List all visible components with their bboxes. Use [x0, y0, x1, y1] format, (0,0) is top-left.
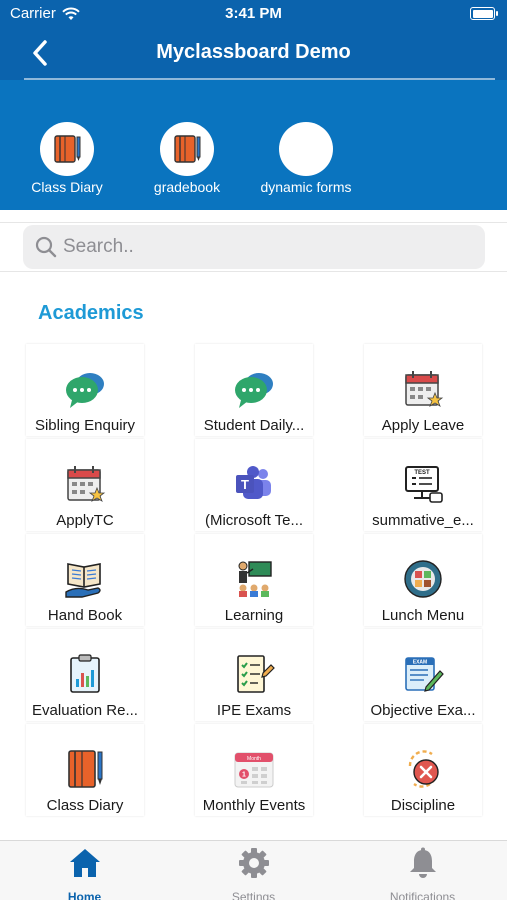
tile-class-diary[interactable]: Class Diary — [26, 724, 144, 816]
shortcut-label: Class Diary — [31, 179, 103, 195]
clock: 3:41 PM — [225, 5, 282, 22]
tile-label: Student Daily... — [203, 417, 305, 434]
shortcut-dynamic-forms[interactable]: dynamic forms — [246, 122, 366, 195]
battery-icon — [470, 7, 498, 20]
tile-sibling-enquiry[interactable]: Sibling Enquiry — [26, 344, 144, 436]
tab-notifications[interactable]: Notifications — [338, 847, 507, 900]
tile-label: Monthly Events — [202, 797, 306, 814]
tile-label: Sibling Enquiry — [34, 417, 136, 434]
tile-evaluation-report[interactable]: Evaluation Re... — [26, 629, 144, 721]
svg-text:EXAM: EXAM — [413, 660, 427, 666]
calendar-star-icon — [67, 466, 106, 502]
tile-label: Class Diary — [46, 797, 124, 814]
tile-label: (Microsoft Te... — [204, 512, 304, 529]
notebook-icon — [174, 135, 201, 163]
svg-text:TEST: TEST — [414, 470, 430, 476]
notebook-icon — [68, 750, 103, 788]
tab-bar: Home Settings Notifications — [0, 840, 507, 900]
tile-applytc[interactable]: ApplyTC — [26, 439, 144, 531]
status-bar: Carrier 3:41 PM — [0, 0, 507, 28]
tile-label: summative_e... — [372, 512, 474, 529]
shortcut-label: dynamic forms — [260, 179, 352, 195]
tile-ipe-exams[interactable]: IPE Exams — [195, 629, 313, 721]
classroom-icon — [238, 561, 272, 597]
tile-label: Evaluation Re... — [32, 702, 138, 719]
report-clipboard-icon — [70, 654, 100, 693]
tile-label: Hand Book — [47, 607, 123, 624]
tile-microsoft-teams[interactable]: T (Microsoft Te... — [195, 439, 313, 531]
online-test-icon: TEST — [405, 466, 443, 503]
chat-bubbles-icon — [235, 373, 273, 408]
gear-icon — [238, 848, 269, 878]
svg-text:Month: Month — [247, 756, 261, 762]
exam-pencil-icon: EXAM — [405, 657, 444, 692]
tab-settings[interactable]: Settings — [169, 847, 338, 900]
tile-label: IPE Exams — [216, 702, 292, 719]
search-bar — [0, 222, 507, 272]
nav-bar: Myclassboard Demo — [0, 28, 507, 80]
chat-bubbles-icon — [66, 373, 104, 408]
notebook-icon — [54, 135, 81, 163]
tile-apply-leave[interactable]: Apply Leave — [364, 344, 482, 436]
search-field[interactable] — [23, 225, 485, 269]
home-icon — [69, 849, 100, 877]
tile-label: Learning — [224, 607, 284, 624]
tile-label: Lunch Menu — [381, 607, 465, 624]
tile-discipline[interactable]: Discipline — [364, 724, 482, 816]
page-title: Myclassboard Demo — [156, 41, 351, 63]
shortcut-gradebook[interactable]: gradebook — [127, 122, 247, 195]
tile-hand-book[interactable]: Hand Book — [26, 534, 144, 626]
section-title: Academics — [38, 302, 144, 324]
lunch-plate-icon — [404, 560, 442, 598]
tile-label: ApplyTC — [56, 512, 114, 529]
shortcut-band: Class Diary gradebook dynamic forms — [0, 80, 507, 210]
tile-label: Objective Exa... — [370, 702, 476, 719]
tab-label: Settings — [231, 890, 276, 900]
tile-summative[interactable]: TEST summative_e... — [364, 439, 482, 531]
tab-label: Notifications — [389, 890, 456, 900]
tile-monthly-events[interactable]: Month 1 Monthly Events — [195, 724, 313, 816]
bell-icon — [409, 847, 436, 878]
svg-text:1: 1 — [242, 772, 246, 779]
blank-icon — [279, 122, 333, 176]
book-hand-icon — [65, 563, 101, 598]
search-icon — [35, 236, 57, 258]
teams-icon: T — [236, 466, 271, 499]
svg-text:T: T — [241, 477, 249, 492]
exam-checklist-icon — [237, 655, 275, 693]
discipline-icon — [408, 750, 439, 788]
monthly-calendar-icon: Month 1 — [234, 752, 274, 788]
shortcut-label: gradebook — [153, 179, 221, 195]
tile-student-daily[interactable]: Student Daily... — [195, 344, 313, 436]
tile-learning[interactable]: Learning — [195, 534, 313, 626]
calendar-star-icon — [405, 371, 444, 407]
tile-objective-exams[interactable]: EXAM Objective Exa... — [364, 629, 482, 721]
tab-label: Home — [67, 890, 102, 900]
tile-label: Discipline — [390, 797, 456, 814]
shortcut-class-diary[interactable]: Class Diary — [7, 122, 127, 195]
tile-label: Apply Leave — [381, 417, 465, 434]
search-input[interactable] — [63, 236, 463, 258]
tile-lunch-menu[interactable]: Lunch Menu — [364, 534, 482, 626]
tab-home[interactable]: Home — [0, 847, 169, 900]
